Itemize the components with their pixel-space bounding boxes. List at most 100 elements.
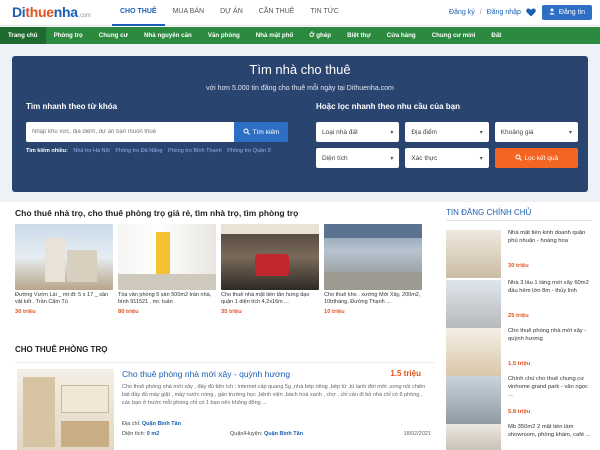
search-input[interactable] (26, 122, 234, 142)
filter-area[interactable]: Diện tích ▾ (316, 148, 400, 168)
sidebar-item-image (446, 280, 501, 328)
main-nav: CHO THUÊ MUA BÁN DỰ ÁN CẦN THUÊ TIN TỨC (112, 0, 347, 26)
nav-mua-ban[interactable]: MUA BÁN (165, 0, 213, 26)
featured-card[interactable]: Đường Vườn Lài _ mt đt: 5 x 17 _ sẵn vật… (15, 224, 113, 315)
category-chung-cu-mini[interactable]: Chung cư mini (424, 27, 484, 44)
login-link[interactable]: Đăng nhập (487, 9, 521, 16)
search-button[interactable]: Tìm kiếm (234, 122, 288, 142)
popular-keyword[interactable]: Phòng trọ Quận 9 (227, 148, 270, 154)
chevron-down-icon: ▾ (479, 155, 483, 162)
listing-image (17, 369, 114, 450)
user-plus-icon (549, 8, 556, 17)
featured-card-price: 30 triệu (15, 309, 36, 315)
register-link[interactable]: Đăng ký (449, 9, 475, 16)
sidebar-item[interactable]: Cho thuê phòng nhà mới xây - quỳnh hương… (446, 328, 594, 382)
category-phong-tro[interactable]: Phòng trọ (46, 27, 91, 44)
listing-area: Diện tích: 0 m2 (122, 431, 160, 437)
hero-subtitle: với hơn 5.000 tin đăng cho thuê mỗi ngày… (206, 85, 394, 92)
sidebar-item-text: Mb 350m2 2 mặt tiền làm showroom, phòng … (508, 424, 591, 438)
hero-background: Tìm nhà cho thuê với hơn 5.000 tin đăng … (0, 44, 600, 202)
popular-keyword[interactable]: Nhà trọ Hà Nội (73, 148, 109, 154)
featured-card-text: Tòa văn phòng 5 sàn 500m2 trần nhà, bình… (118, 292, 212, 306)
logo[interactable]: Dithuenha.com (12, 4, 91, 20)
filter-price-range[interactable]: Khoảng giá ▾ (494, 122, 578, 142)
sidebar-item-price: 5.8 triệu (508, 409, 531, 415)
sidebar-item-image (446, 230, 501, 278)
chevron-down-icon: ▾ (568, 129, 572, 136)
featured-section-title: Cho thuê nhà trọ, cho thuê phòng trọ giá… (15, 208, 299, 218)
category-trang-chu[interactable]: Trang chủ (0, 27, 46, 44)
featured-card-price: 35 triệu (221, 309, 242, 315)
category-dat[interactable]: Đất (483, 27, 509, 44)
nav-can-thue[interactable]: CẦN THUÊ (251, 0, 303, 26)
featured-card-text: Đường Vườn Lài _ mt đt: 5 x 17 _ sẵn vật… (15, 292, 109, 306)
sidebar-item-text: Nhà 3 lầu 1 tầng mới xây 60m2 đầu hẻm lớ… (508, 280, 589, 294)
sidebar-item[interactable]: Chính chủ cho thuê chung cư vinhome gran… (446, 376, 594, 430)
filter-grid: Loại nhà đất ▾ Địa điểm ▾ Khoảng giá ▾ Diện… (316, 122, 578, 168)
sidebar-title: TIN ĐĂNG CHÍNH CHỦ (446, 208, 532, 217)
sidebar-item-text: Cho thuê phòng nhà mới xây - quỳnh hương (508, 328, 587, 342)
filter-property-type[interactable]: Loại nhà đất ▾ (316, 122, 400, 142)
category-nha-mat-pho[interactable]: Nhà mặt phố (248, 27, 301, 44)
category-biet-thu[interactable]: Biệt thự (339, 27, 379, 44)
search-button-label: Tìm kiếm (252, 128, 280, 136)
nav-du-an[interactable]: DỰ ÁN (212, 0, 251, 26)
listing-section-title: CHO THUÊ PHÒNG TRỌ (15, 345, 108, 354)
hero-panel: Tìm nhà cho thuê với hơn 5.000 tin đăng … (12, 56, 588, 192)
featured-card[interactable]: Cho thuê nhà mặt tiền tân hưng dạo quận … (221, 224, 319, 315)
chevron-down-icon: ▾ (479, 129, 483, 136)
sidebar-item-image (446, 376, 501, 424)
sidebar-item-text: Nhà mặt tiền kinh doanh quận phú nhuận -… (508, 230, 586, 244)
filter-location[interactable]: Địa điểm ▾ (405, 122, 489, 142)
nav-tin-tuc[interactable]: TIN TỨC (302, 0, 346, 26)
filter-search-icon (515, 154, 522, 163)
sidebar-item-image (446, 424, 501, 450)
popular-keyword[interactable]: Phòng trọ Đà Nẵng (115, 148, 162, 154)
sidebar-item[interactable]: Nhà mặt tiền kinh doanh quận phú nhuận -… (446, 230, 594, 284)
featured-card-image (118, 224, 216, 290)
sidebar-item[interactable]: Mb 350m2 2 mặt tiền làm showroom, phòng … (446, 424, 594, 450)
featured-card[interactable]: Tòa văn phòng 5 sàn 500m2 trần nhà, bình… (118, 224, 216, 315)
category-cua-hang[interactable]: Cửa hàng (379, 27, 424, 44)
search-box: Tìm kiếm (26, 122, 288, 142)
quick-search-title: Tìm nhanh theo từ khóa (26, 102, 118, 111)
nav-cho-thue[interactable]: CHO THUÊ (112, 0, 165, 26)
sidebar-item-price: 1.5 triệu (508, 361, 531, 367)
listing-date: 18/02/2021 (403, 431, 431, 437)
category-van-phong[interactable]: Văn phòng (200, 27, 248, 44)
listing-description: Cho thuê phòng nhà mới xây , đầy đủ tiện… (122, 384, 426, 406)
filter-verified[interactable]: Xác thực ▾ (405, 148, 489, 168)
chevron-down-icon: ▾ (390, 155, 394, 162)
featured-card-text: Cho thuê kho . xưởng Mới Xây, 200m2, 10t… (324, 292, 421, 306)
category-chung-cu[interactable]: Chung cư (91, 27, 136, 44)
featured-card-image (324, 224, 422, 290)
featured-card-price: 10 triệu (324, 309, 345, 315)
featured-cards: Đường Vườn Lài _ mt đt: 5 x 17 _ sẵn vật… (15, 224, 425, 315)
sidebar-item-text: Chính chủ cho thuê chung cư vinhome gran… (508, 376, 588, 398)
category-o-ghep[interactable]: Ở ghép (301, 27, 339, 44)
post-listing-label: Đăng tin (558, 9, 585, 16)
category-nha-nguyen-can[interactable]: Nhà nguyên căn (136, 27, 200, 44)
search-icon (243, 128, 250, 137)
featured-card[interactable]: Cho thuê kho . xưởng Mới Xây, 200m2, 10t… (324, 224, 422, 315)
listing-district: Quận/Huyện: Quận Bình Tân (230, 431, 304, 437)
hero-title: Tìm nhà cho thuê (249, 62, 351, 77)
featured-card-text: Cho thuê nhà mặt tiền tân hưng dạo quận … (221, 292, 310, 306)
popular-searches: Tìm kiếm nhiều: Nhà trọ Hà Nội Phòng trọ… (26, 148, 273, 154)
popular-keyword[interactable]: Phòng trọ Bình Thạnh (168, 148, 222, 154)
auth-area: Đăng ký / Đăng nhập Đăng tin (449, 5, 592, 20)
category-nav: Trang chủ Phòng trọ Chung cư Nhà nguyên … (0, 27, 600, 44)
sidebar-item-image (446, 328, 501, 376)
sidebar-divider (446, 220, 592, 221)
listing-title[interactable]: Cho thuê phòng nhà mới xây - quỳnh hương (122, 369, 290, 379)
featured-card-image (221, 224, 319, 290)
sidebar-item[interactable]: Nhà 3 lầu 1 tầng mới xây 60m2 đầu hẻm lớ… (446, 280, 594, 334)
top-header: Dithuenha.com CHO THUÊ MUA BÁN DỰ ÁN CẦN… (0, 0, 600, 26)
post-listing-button[interactable]: Đăng tin (541, 5, 592, 20)
featured-card-image (15, 224, 113, 290)
listing-price: 1.5 triệu (390, 369, 421, 378)
filter-submit-button[interactable]: Lọc kết quả (494, 148, 578, 168)
popular-label: Tìm kiếm nhiều: (26, 148, 68, 154)
heart-icon[interactable] (526, 7, 537, 18)
listing-item[interactable]: Cho thuê phòng nhà mới xây - quỳnh hương… (15, 362, 435, 450)
